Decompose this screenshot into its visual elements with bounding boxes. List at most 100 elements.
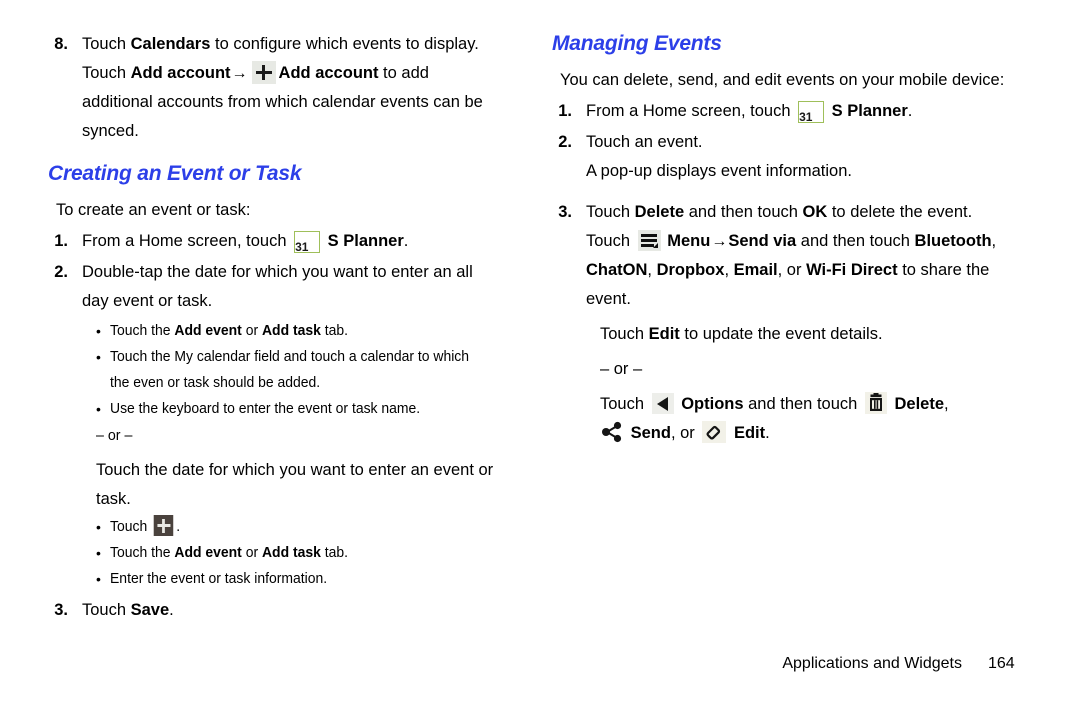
- add-account-term-1: Add account: [130, 64, 231, 82]
- bullet-text: Touch the Add event or Add task tab.: [110, 318, 489, 344]
- calendar-day-number: 31: [799, 110, 813, 124]
- step-text: From a Home screen, touch 31 S Planner.: [586, 97, 1022, 126]
- bullet-dot-icon: •: [96, 401, 101, 417]
- step-number: 1.: [54, 232, 68, 250]
- step-number: 2.: [54, 263, 68, 281]
- add-task-term: Add task: [261, 544, 321, 561]
- wifi-direct-term: Wi-Fi Direct: [806, 261, 898, 279]
- bullet-dot-icon: •: [96, 545, 101, 561]
- bullet-dot-icon: •: [96, 323, 101, 339]
- section-heading-creating-event: Creating an Event or Task: [48, 162, 302, 185]
- bullet-item: • Use the keyboard to enter the event or…: [96, 396, 518, 422]
- menu-bar: [640, 239, 657, 242]
- calendars-term: Calendars: [130, 35, 211, 53]
- send-term: Send: [630, 424, 671, 442]
- step-item: 1. From a Home screen, touch 31 S Planne…: [552, 97, 1022, 126]
- intro-text-managing: You can delete, send, and edit events on…: [560, 71, 1005, 89]
- step8-line1-post: to configure which events to display.: [210, 35, 479, 53]
- edit-instruction: Touch Edit to update the event details.: [600, 320, 1022, 349]
- r-step3-l3-post: to share the: [897, 261, 990, 279]
- ab1-post: .: [176, 518, 181, 535]
- s-planner-term: S Planner: [327, 232, 404, 250]
- step-item: 2. Touch an event. A pop-up displays eve…: [552, 128, 1022, 186]
- menu-bar: [640, 234, 657, 237]
- arrow-glyph: →: [711, 233, 728, 250]
- step-item: 8. Touch Calendars to configure which ev…: [48, 30, 518, 146]
- options-term: Options: [681, 395, 744, 413]
- triangle-left-icon[interactable]: [651, 393, 674, 414]
- r-step3-l1-mid: and then touch: [684, 203, 803, 221]
- bluetooth-term: Bluetooth: [914, 232, 992, 250]
- footer-section-title: Applications and Widgets: [782, 655, 962, 672]
- add-event-term: Add event: [174, 322, 242, 339]
- plus-icon-dark[interactable]: [153, 515, 174, 536]
- footer-page-number: 164: [988, 655, 1015, 672]
- dropbox-term: Dropbox: [656, 261, 725, 279]
- bullet-text: Touch .: [110, 514, 489, 540]
- share-icon[interactable]: [600, 421, 624, 443]
- r-step3-l1-pre: Touch: [586, 203, 635, 221]
- bullet-text: Touch the Add event or Add task tab.: [110, 540, 489, 566]
- trash-icon[interactable]: [864, 392, 887, 414]
- r-step2-line1: Touch an event.: [586, 133, 703, 151]
- step-item: 3. Touch Delete and then touch OK to del…: [552, 198, 1022, 314]
- step2-line2: day event or task.: [82, 292, 213, 310]
- calendar-day-number: 31: [295, 240, 309, 254]
- r-step3-l2-pre: Touch: [586, 232, 635, 250]
- step-text: Touch an event. A pop-up displays event …: [586, 128, 1022, 186]
- send-or: , or: [670, 424, 700, 442]
- step1-post: .: [403, 232, 409, 250]
- step8-line3: additional accounts from which calendar …: [82, 93, 483, 111]
- add-account-term-2: Add account: [278, 64, 379, 82]
- bullet-dot-icon: •: [96, 571, 101, 587]
- section-heading-managing-events: Managing Events: [552, 32, 722, 55]
- step-text: Double-tap the date for which you want t…: [82, 258, 518, 316]
- delete-comma: ,: [944, 395, 949, 413]
- opt-mid: and then touch: [743, 395, 862, 413]
- bullet-text: Touch the My calendar field and touch a …: [110, 348, 470, 391]
- s-planner-calendar-icon[interactable]: 31: [294, 231, 321, 254]
- s-planner-calendar-icon[interactable]: 31: [798, 101, 825, 124]
- r-step1-pre: From a Home screen, touch: [586, 102, 796, 120]
- menu-corner-arrow: [652, 242, 658, 248]
- b1-post: tab.: [320, 322, 349, 339]
- ab1-pre: Touch: [110, 518, 152, 535]
- chaton-term: ChatON: [586, 261, 648, 279]
- r-step2-line2: A pop-up displays event information.: [586, 162, 852, 180]
- step-number: 3.: [558, 203, 572, 221]
- bullet-text: Use the keyboard to enter the event or t…: [110, 400, 421, 417]
- delete-term: Delete: [894, 395, 945, 413]
- step1-pre: From a Home screen, touch: [82, 232, 292, 250]
- step-number: 8.: [54, 35, 68, 53]
- bullet-item: • Enter the event or task information.: [96, 566, 518, 592]
- email-term: Email: [733, 261, 778, 279]
- step-item: 3. Touch Save.: [48, 596, 518, 625]
- right-column: Managing Events You can delete, send, an…: [552, 30, 1022, 448]
- ab2-mid: or: [241, 544, 262, 561]
- alt-line1: Touch the date for which you want to ent…: [96, 461, 494, 479]
- r-step3-l4: event.: [586, 290, 631, 308]
- step8-line2-pre: Touch: [82, 64, 131, 82]
- end-period: .: [765, 424, 770, 442]
- bullet-dot-icon: •: [96, 349, 101, 365]
- send-via-term: Send via: [728, 232, 797, 250]
- menu-icon[interactable]: [637, 230, 661, 251]
- r-step3-l1-post: to delete the event.: [827, 203, 973, 221]
- step3-pre: Touch: [82, 601, 131, 619]
- bullet-item: • Touch the Add event or Add task tab.: [96, 540, 518, 566]
- r-step1-post: .: [907, 102, 913, 120]
- step-number: 2.: [558, 133, 572, 151]
- edit-pre: Touch: [600, 325, 649, 343]
- arrow-glyph: →: [231, 65, 248, 82]
- ok-term: OK: [802, 203, 828, 221]
- step8-line1-pre: Touch: [82, 35, 131, 53]
- plus-icon[interactable]: [251, 61, 276, 84]
- bullet-text: Enter the event or task information.: [110, 570, 328, 587]
- step-item: 2. Double-tap the date for which you wan…: [48, 258, 518, 316]
- left-column: 8. Touch Calendars to configure which ev…: [48, 30, 518, 627]
- menu-term: Menu: [667, 232, 711, 250]
- b1-pre: Touch the: [110, 322, 175, 339]
- step3-post: .: [169, 601, 174, 619]
- pencil-icon[interactable]: [702, 421, 727, 443]
- step-text: Touch Save.: [82, 596, 518, 625]
